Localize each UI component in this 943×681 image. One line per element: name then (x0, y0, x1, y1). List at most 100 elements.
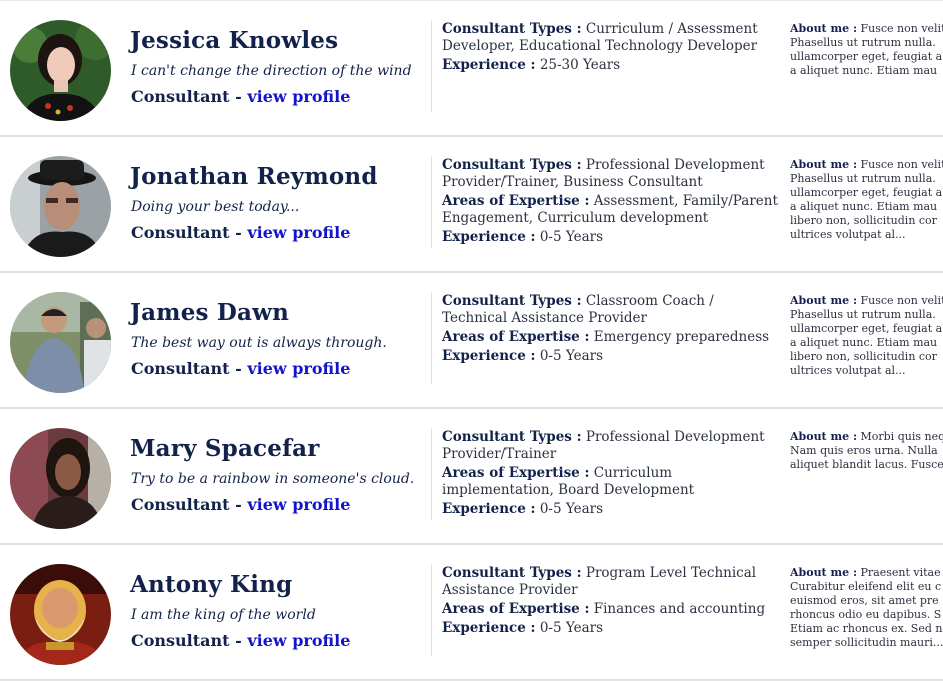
avatar[interactable] (10, 428, 111, 529)
view-profile-link[interactable]: view profile (247, 223, 350, 242)
role-separator: - (230, 87, 248, 106)
consultant-types: Consultant Types : Curriculum / Assessme… (442, 21, 782, 55)
view-profile-link[interactable]: view profile (247, 87, 350, 106)
consultant-card: Jonathan Reymond Doing your best today..… (0, 137, 943, 273)
about-me-line: a aliquet nunc. Etiam mau (790, 200, 943, 214)
areas-of-expertise: Areas of Expertise : Assessment, Family/… (442, 193, 782, 227)
consultant-details: Consultant Types : Professional Developm… (442, 429, 782, 520)
experience-label: Experience : (442, 57, 536, 73)
about-me-label: About me : (790, 158, 857, 171)
role-label: Consultant (131, 359, 230, 378)
about-me-line: a aliquet nunc. Etiam mau (790, 336, 943, 350)
about-me-line: rhoncus odio eu dapibus. S (790, 608, 943, 622)
view-profile-link[interactable]: view profile (247, 359, 350, 378)
about-me-label: About me : (790, 430, 857, 443)
experience-value: 25-30 Years (540, 57, 620, 73)
about-me-line: Morbi quis neq (861, 430, 943, 443)
view-profile-link[interactable]: view profile (247, 495, 350, 514)
experience-value: 0-5 Years (540, 229, 603, 245)
areas-of-expertise: Areas of Expertise : Curriculum implemen… (442, 465, 782, 499)
consultant-quote: The best way out is always through. (131, 335, 387, 351)
consultant-card: Mary Spacefar Try to be a rainbow in som… (0, 409, 943, 545)
areas-of-expertise: Areas of Expertise : Finances and accoun… (442, 601, 782, 618)
about-me-line: ultrices volutpat al... (790, 228, 943, 242)
consultant-role: Consultant - view profile (131, 359, 350, 378)
experience-label: Experience : (442, 229, 536, 245)
role-separator: - (230, 359, 248, 378)
consultant-quote: I am the king of the world (131, 607, 316, 623)
areas-of-expertise-label: Areas of Expertise : (442, 193, 589, 209)
about-me-line: Fusce non velit (861, 294, 943, 307)
consultant-details: Consultant Types : Program Level Technic… (442, 565, 782, 639)
consultant-types: Consultant Types : Professional Developm… (442, 429, 782, 463)
about-me-line: Fusce non velit (861, 22, 943, 35)
about-me: About me : Morbi quis neq Nam quis eros … (790, 430, 943, 530)
avatar[interactable] (10, 156, 111, 257)
consultant-name: Jessica Knowles (130, 27, 338, 54)
about-me-line: ullamcorper eget, feugiat a (790, 322, 943, 336)
experience-value: 0-5 Years (540, 501, 603, 517)
areas-of-expertise-label: Areas of Expertise : (442, 601, 589, 617)
consultant-quote: I can't change the direction of the wind (131, 63, 412, 79)
consultant-name: James Dawn (130, 299, 289, 326)
about-me-line: Phasellus ut rutrum nulla. (790, 36, 943, 50)
consultant-types: Consultant Types : Program Level Technic… (442, 565, 782, 599)
consultant-card: Antony King I am the king of the world C… (0, 545, 943, 681)
about-me-line: ultrices volutpat al... (790, 364, 943, 378)
consultant-list: Jessica Knowles I can't change the direc… (0, 0, 943, 681)
role-label: Consultant (131, 495, 230, 514)
consultant-details: Consultant Types : Classroom Coach / Tec… (442, 293, 782, 367)
experience-label: Experience : (442, 501, 536, 517)
role-separator: - (230, 223, 248, 242)
avatar[interactable] (10, 292, 111, 393)
consultant-name: Jonathan Reymond (130, 163, 378, 190)
role-label: Consultant (131, 631, 230, 650)
role-label: Consultant (131, 87, 230, 106)
about-me-line: Curabitur eleifend elit eu c (790, 580, 943, 594)
experience: Experience : 0-5 Years (442, 620, 782, 637)
consultant-card: Jessica Knowles I can't change the direc… (0, 0, 943, 137)
about-me-label: About me : (790, 22, 857, 35)
about-me: About me : Fusce non velit Phasellus ut … (790, 158, 943, 258)
consultant-role: Consultant - view profile (131, 223, 350, 242)
avatar[interactable] (10, 564, 111, 665)
about-me-label: About me : (790, 566, 857, 579)
consultant-types: Consultant Types : Classroom Coach / Tec… (442, 293, 782, 327)
experience-label: Experience : (442, 620, 536, 636)
about-me-line: ullamcorper eget, feugiat a (790, 50, 943, 64)
consultant-types-label: Consultant Types : (442, 565, 582, 581)
avatar[interactable] (10, 20, 111, 121)
column-divider (431, 564, 432, 656)
consultant-name: Antony King (130, 571, 292, 598)
about-me-line: Phasellus ut rutrum nulla. (790, 172, 943, 186)
consultant-role: Consultant - view profile (131, 87, 350, 106)
role-separator: - (230, 631, 248, 650)
about-me-line: euismod eros, sit amet pre (790, 594, 943, 608)
consultant-card: James Dawn The best way out is always th… (0, 273, 943, 409)
about-me-line: ullamcorper eget, feugiat a (790, 186, 943, 200)
experience-value: 0-5 Years (540, 620, 603, 636)
view-profile-link[interactable]: view profile (247, 631, 350, 650)
consultant-details: Consultant Types : Curriculum / Assessme… (442, 21, 782, 76)
column-divider (431, 428, 432, 520)
about-me-line: libero non, sollicitudin cor (790, 214, 943, 228)
about-me: About me : Praesent vitae Curabitur elei… (790, 566, 943, 666)
areas-of-expertise-value: Finances and accounting (594, 601, 765, 617)
consultant-role: Consultant - view profile (131, 495, 350, 514)
about-me-line: Fusce non velit (861, 158, 943, 171)
areas-of-expertise-label: Areas of Expertise : (442, 465, 589, 481)
about-me-line: aliquet blandit lacus. Fusce (790, 458, 943, 472)
about-me-line: semper sollicitudin mauri... (790, 636, 943, 650)
consultant-name: Mary Spacefar (130, 435, 320, 462)
about-me-line: Etiam ac rhoncus ex. Sed n (790, 622, 943, 636)
about-me: About me : Fusce non velit Phasellus ut … (790, 294, 943, 394)
consultant-quote: Try to be a rainbow in someone's cloud. (131, 471, 414, 487)
column-divider (431, 20, 432, 112)
role-label: Consultant (131, 223, 230, 242)
about-me-label: About me : (790, 294, 857, 307)
experience: Experience : 25-30 Years (442, 57, 782, 74)
experience: Experience : 0-5 Years (442, 229, 782, 246)
experience-value: 0-5 Years (540, 348, 603, 364)
areas-of-expertise: Areas of Expertise : Emergency preparedn… (442, 329, 782, 346)
about-me-line: Nam quis eros urna. Nulla (790, 444, 943, 458)
